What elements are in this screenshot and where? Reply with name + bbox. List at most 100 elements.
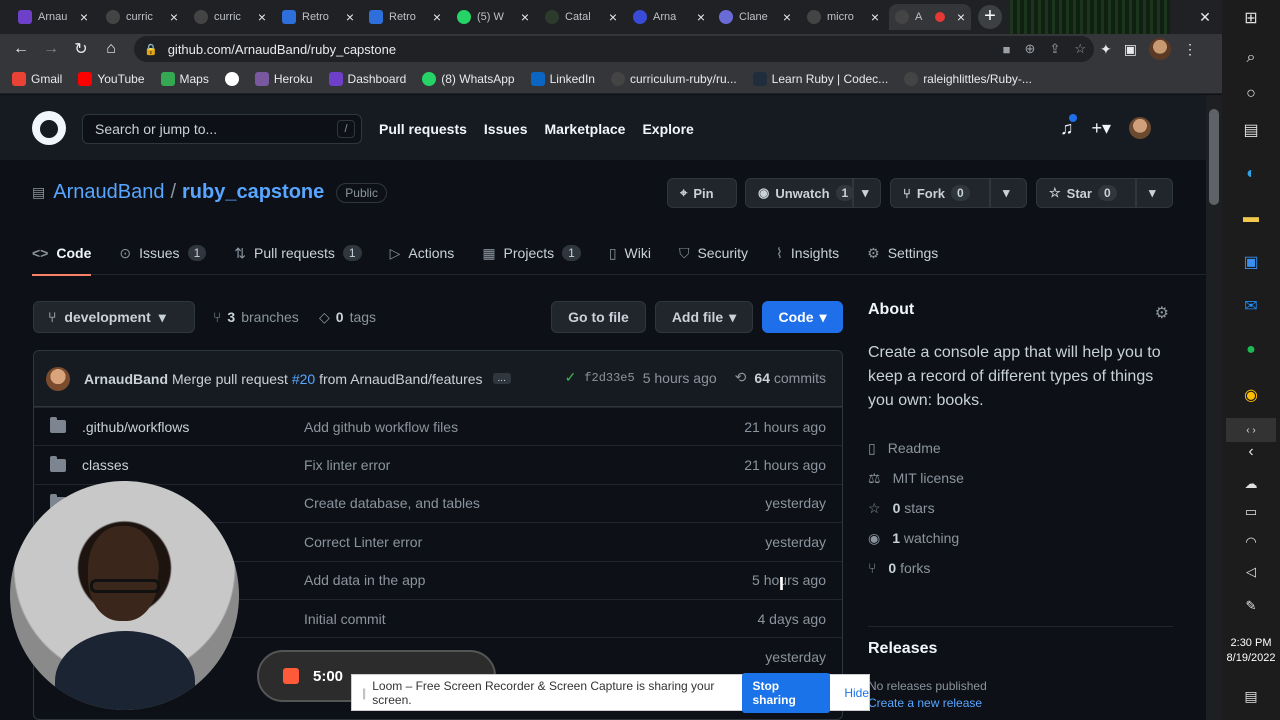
bookmark-youtube[interactable]: YouTube bbox=[78, 71, 145, 86]
star-dropdown-button[interactable]: ▾ bbox=[1136, 178, 1173, 208]
reload-icon[interactable]: ↻ bbox=[66, 34, 96, 64]
bookmark-linkedin[interactable]: LinkedIn bbox=[530, 71, 595, 86]
tab-code[interactable]: <> Code bbox=[32, 231, 92, 276]
extensions-icon[interactable]: ✦ bbox=[1100, 41, 1112, 58]
bookmark-whatsapp[interactable]: (8) WhatsApp bbox=[422, 71, 515, 86]
file-row[interactable]: classes Fix linter error 21 hours ago bbox=[34, 445, 842, 483]
notification-center-icon[interactable]: ▤ bbox=[1239, 684, 1263, 708]
code-button[interactable]: Code ▾ bbox=[762, 301, 843, 333]
bookmark-ruby-repo[interactable]: raleighlittles/Ruby-... bbox=[904, 71, 1032, 86]
commit-pr-link[interactable]: #20 bbox=[292, 371, 315, 387]
home-icon[interactable]: ⌂ bbox=[96, 34, 126, 64]
user-avatar[interactable] bbox=[1129, 117, 1152, 139]
browser-tab[interactable]: curric × bbox=[188, 4, 272, 30]
close-tab-icon[interactable]: × bbox=[609, 9, 617, 25]
camera-icon[interactable]: ■ bbox=[1003, 42, 1011, 57]
close-tab-icon[interactable]: × bbox=[871, 9, 879, 25]
file-explorer-icon[interactable]: ▬ bbox=[1239, 206, 1263, 230]
add-file-button[interactable]: Add file ▾ bbox=[655, 301, 753, 333]
forks-link[interactable]: ⑂ 0 forks bbox=[868, 553, 1173, 583]
tab-wiki[interactable]: ▯ Wiki bbox=[609, 231, 651, 275]
close-tab-icon[interactable]: × bbox=[957, 9, 965, 25]
bookmark-google[interactable] bbox=[224, 71, 239, 86]
nav-pull-requests[interactable]: Pull requests bbox=[379, 121, 467, 137]
chrome-icon[interactable]: ◉ bbox=[1239, 383, 1263, 407]
releases-title[interactable]: Releases bbox=[868, 640, 1173, 658]
create-release-link[interactable]: Create a new release bbox=[868, 696, 1173, 710]
browser-tab[interactable]: Catal × bbox=[539, 4, 623, 30]
browser-tab[interactable]: micro × bbox=[801, 4, 885, 30]
browser-tab-active[interactable]: A × bbox=[889, 4, 971, 30]
commit-message-prefix[interactable]: Merge pull request bbox=[172, 371, 288, 387]
bookmark-curriculum[interactable]: curriculum-ruby/ru... bbox=[610, 71, 737, 86]
volume-icon[interactable]: ◁ bbox=[1239, 560, 1263, 584]
browser-tab[interactable]: Retro × bbox=[363, 4, 447, 30]
browser-tab[interactable]: Arna × bbox=[627, 4, 711, 30]
star-button[interactable]: ☆ Star 0 bbox=[1036, 178, 1136, 208]
close-tab-icon[interactable]: × bbox=[783, 9, 791, 25]
webcam-bubble[interactable] bbox=[10, 481, 239, 710]
drag-handle-icon[interactable]: || bbox=[362, 686, 366, 700]
watch-dropdown-button[interactable]: ▾ bbox=[853, 178, 881, 208]
tab-security[interactable]: ⛉ Security bbox=[679, 231, 748, 275]
scrollbar-thumb[interactable] bbox=[1209, 109, 1219, 205]
browser-tab[interactable]: Retro × bbox=[276, 4, 360, 30]
about-settings-gear-icon[interactable]: ⚙ bbox=[1155, 303, 1169, 323]
stop-sharing-button[interactable]: Stop sharing bbox=[742, 672, 831, 713]
pen-icon[interactable]: ✎ bbox=[1239, 594, 1263, 618]
fork-dropdown-button[interactable]: ▾ bbox=[990, 178, 1027, 208]
new-tab-button[interactable]: + bbox=[978, 5, 1002, 29]
nav-marketplace[interactable]: Marketplace bbox=[545, 121, 626, 137]
tab-issues[interactable]: ⊙ Issues 1 bbox=[119, 231, 207, 275]
forward-arrow-icon[interactable]: → bbox=[36, 34, 66, 64]
close-tab-icon[interactable]: × bbox=[697, 9, 705, 25]
profile-avatar[interactable] bbox=[1148, 38, 1171, 60]
tab-actions[interactable]: ▷ Actions bbox=[390, 231, 455, 275]
wifi-icon[interactable]: ◠ bbox=[1239, 530, 1263, 554]
page-scrollbar[interactable] bbox=[1206, 95, 1222, 720]
store-icon[interactable]: ▣ bbox=[1239, 250, 1263, 274]
commit-author[interactable]: ArnaudBand bbox=[84, 371, 168, 387]
close-tab-icon[interactable]: × bbox=[170, 9, 178, 25]
widgets-icon[interactable]: ▤ bbox=[1239, 118, 1263, 142]
browser-tab[interactable]: Clane × bbox=[713, 4, 797, 30]
watching-link[interactable]: ◉ 1 watching bbox=[868, 523, 1173, 553]
browser-tab[interactable]: curric × bbox=[100, 4, 184, 30]
menu-kebab-icon[interactable]: ⋮ bbox=[1183, 41, 1197, 58]
branch-select[interactable]: ⑂ development ▾ bbox=[33, 301, 195, 333]
create-plus-icon[interactable]: +▾ bbox=[1092, 118, 1112, 139]
commit-sha[interactable]: f2d33e5 bbox=[584, 371, 634, 385]
search-icon[interactable]: ⌕ bbox=[1239, 46, 1263, 70]
github-logo-icon[interactable] bbox=[32, 111, 66, 145]
close-tab-icon[interactable]: × bbox=[521, 9, 529, 25]
tags-link[interactable]: ◇ 0 tags bbox=[319, 309, 376, 326]
fork-button[interactable]: ⑂ Fork 0 bbox=[890, 178, 990, 208]
tab-pull-requests[interactable]: ⇅ Pull requests 1 bbox=[234, 231, 362, 275]
browser-tab[interactable]: (5) W × bbox=[451, 4, 535, 30]
repo-name-link[interactable]: ruby_capstone bbox=[182, 181, 324, 204]
stars-link[interactable]: ☆ 0 stars bbox=[868, 493, 1173, 523]
license-link[interactable]: ⚖ MIT license bbox=[868, 463, 1173, 493]
chevron-left-icon[interactable]: ‹ bbox=[1239, 440, 1263, 464]
readme-link[interactable]: ▯ Readme bbox=[868, 433, 1173, 463]
bookmark-gmail[interactable]: Gmail bbox=[12, 71, 62, 86]
bookmark-star-icon[interactable]: ☆ bbox=[1074, 41, 1086, 57]
branches-link[interactable]: ⑂ 3 branches bbox=[213, 309, 299, 325]
bookmark-dashboard[interactable]: Dashboard bbox=[328, 71, 406, 86]
tab-projects[interactable]: ▦ Projects 1 bbox=[482, 231, 581, 275]
bookmark-codecademy[interactable]: Learn Ruby | Codec... bbox=[752, 71, 888, 86]
commit-message-suffix[interactable]: from ArnaudBand/features bbox=[319, 371, 482, 387]
stop-recording-icon[interactable] bbox=[283, 668, 299, 684]
file-row[interactable]: .github/workflows Add github workflow fil… bbox=[34, 407, 842, 445]
mail-icon[interactable]: ✉ bbox=[1239, 294, 1263, 318]
close-tab-icon[interactable]: × bbox=[433, 9, 441, 25]
commit-author-avatar[interactable] bbox=[46, 366, 70, 391]
nav-explore[interactable]: Explore bbox=[642, 121, 693, 137]
side-panel-icon[interactable]: ▣ bbox=[1124, 41, 1137, 58]
zoom-icon[interactable]: ⊕ bbox=[1025, 41, 1036, 57]
taskbar-scroll[interactable]: ‹ › bbox=[1226, 418, 1276, 442]
address-bar[interactable]: 🔒 github.com/ArnaudBand/ruby_capstone ■ … bbox=[134, 36, 1094, 62]
commits-link[interactable]: 64 commits bbox=[754, 370, 826, 386]
edge-icon[interactable]: ◐ bbox=[1239, 162, 1263, 186]
go-to-file-button[interactable]: Go to file bbox=[551, 301, 646, 333]
